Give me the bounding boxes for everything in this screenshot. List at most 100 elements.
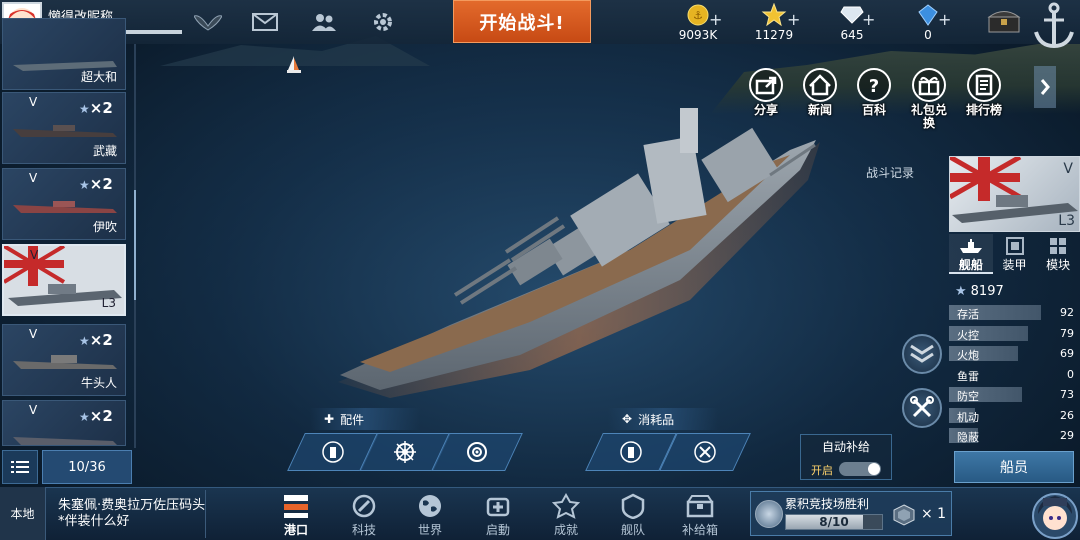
add-crystal-button[interactable]: + [938, 10, 951, 29]
nav-port[interactable]: 港口 [270, 492, 322, 538]
gold-value: 9093K [678, 28, 718, 42]
stat-row: 火炮 69 [949, 345, 1080, 362]
stat-label: 火炮 [957, 349, 979, 362]
auto-supply-label: 自动补给 [821, 440, 870, 454]
ship-card[interactable]: V ★×2 伊吹 [2, 168, 126, 240]
gear-icon[interactable] [369, 10, 397, 34]
ship-tier: V [30, 248, 39, 262]
stat-label: 防空 [957, 390, 979, 403]
ship-card[interactable]: V ★×2 武藏 [2, 92, 126, 164]
leaderboard-button[interactable]: 排行榜 [964, 66, 1004, 117]
ship-level: L3 [101, 296, 116, 310]
add-gold-button[interactable]: + [709, 10, 722, 29]
news-button[interactable]: 新闻 [800, 66, 840, 117]
ship-card[interactable]: 超大和 [2, 18, 126, 90]
ship-stars: ★×2 [79, 175, 113, 193]
share-icon [746, 66, 786, 104]
stat-row: 机动 26 [949, 407, 1080, 424]
stat-value: 0 [1067, 367, 1074, 381]
tab-module-label: 模块 [1046, 258, 1071, 272]
nav-world[interactable]: 世界 [404, 492, 456, 538]
repair-kit-icon [694, 441, 716, 463]
tab-armor[interactable]: 装甲 [993, 234, 1037, 274]
ship-name: 超大和 [80, 70, 117, 84]
stat-label: 机动 [957, 410, 979, 424]
list-view-button[interactable] [2, 450, 38, 484]
gift-code-button[interactable]: 礼包兑换 [909, 66, 949, 130]
stat-value: 73 [1060, 388, 1074, 401]
ship-count: 10/36 [42, 450, 132, 484]
auto-supply-toggle[interactable] [839, 462, 881, 476]
selected-ship-card[interactable]: V L3 [949, 156, 1080, 232]
nav-dock[interactable]: 启動 [472, 492, 524, 538]
ship-stars: ★×2 [79, 331, 113, 349]
ship-card[interactable]: V ★×2 [2, 400, 126, 446]
stat-value: 26 [1060, 408, 1074, 422]
fire-extinguisher-icon [620, 441, 642, 463]
auto-supply-state: 开启 [811, 464, 833, 477]
adviser-avatar[interactable] [1030, 486, 1080, 540]
stat-row: 防空 73 [949, 386, 1080, 403]
add-diamond-button[interactable]: + [862, 10, 875, 29]
battle-record-link[interactable]: 战斗记录 [866, 164, 914, 181]
anchor-icon[interactable] [1032, 0, 1076, 52]
friends-icon[interactable] [310, 10, 338, 34]
chevron-rank-icon [910, 344, 934, 363]
gift-code-label: 礼包兑换 [910, 103, 947, 130]
share-button[interactable]: 分享 [746, 66, 786, 117]
chat-channel-button[interactable]: 本地 [0, 487, 46, 540]
share-label: 分享 [753, 103, 778, 117]
crew-button[interactable]: 船员 [954, 451, 1074, 483]
parts-icon: ✚ [324, 412, 335, 426]
ship-tier: V [29, 327, 38, 341]
start-battle-button[interactable]: 开始战斗! [453, 0, 591, 43]
wings-icon[interactable] [194, 10, 222, 34]
task-title: 累积竞技场胜利 [785, 497, 870, 511]
ship-detail-panel: V L3 舰船 装甲 模块 ★ 8197 存活 92 火控 79 火炮 69 鱼雷 0 防空 73… [949, 156, 1080, 486]
nav-supply-box[interactable]: 补给箱 [674, 492, 726, 538]
ship-card-selected[interactable]: V L3 [2, 244, 126, 316]
ship-thumbnail [13, 201, 117, 213]
divider [205, 490, 206, 538]
task-reward-multiplier: × 1 [921, 506, 947, 522]
ship-thumbnail [13, 437, 117, 445]
arena-task-panel[interactable]: 累积竞技场胜利 8/10 × 1 [750, 491, 952, 536]
ship-tier: V [29, 95, 38, 109]
nav-tech[interactable]: 科技 [338, 492, 390, 538]
parts-label: 配件 [340, 412, 365, 427]
mail-icon[interactable] [251, 10, 279, 34]
encyclopedia-button[interactable]: ? 百科 [854, 66, 894, 117]
treasure-chest-icon[interactable] [986, 6, 1022, 36]
gift-code-icon [909, 66, 949, 104]
battleship-model[interactable] [330, 100, 830, 410]
expand-menu-button[interactable] [1034, 66, 1056, 108]
nav-fleet[interactable]: 舰队 [607, 492, 659, 538]
chat-message[interactable]: 朱塞佩·费奥拉万佐压码头*伴装什么好 [58, 498, 208, 530]
leaderboard-icon [964, 66, 1004, 104]
ship-list-scroll-thumb[interactable] [134, 190, 136, 300]
nav-world-label: 世界 [417, 523, 442, 537]
svg-text:?: ? [869, 76, 879, 97]
ship-card[interactable]: V ★×2 牛头人 [2, 324, 126, 396]
sailboat [287, 56, 301, 73]
tab-ship[interactable]: 舰船 [949, 234, 993, 274]
tech-icon [338, 492, 390, 520]
nav-achievement[interactable]: 成就 [540, 492, 592, 538]
encyclopedia-label: 百科 [861, 103, 886, 117]
stat-value: 69 [1060, 347, 1074, 360]
repair-button[interactable] [902, 388, 942, 428]
stat-value: 29 [1060, 429, 1074, 442]
module-icon [1036, 236, 1080, 256]
ship-list: 超大和 V ★×2 武藏 V ★×2 伊吹 V L3 V ★×2 牛头人 V ★… [0, 18, 136, 448]
tab-ship-label: 舰船 [958, 258, 983, 272]
ship-name: 武藏 [92, 144, 117, 158]
list-icon [11, 461, 29, 473]
reward-gem-icon [893, 504, 915, 526]
ship-name: 伊吹 [92, 220, 117, 234]
power-value: 8197 [970, 284, 1004, 299]
rank-badge-button[interactable] [902, 334, 942, 374]
stat-row: 存活 92 [949, 304, 1080, 321]
target-icon [466, 441, 488, 463]
tab-module[interactable]: 模块 [1036, 234, 1080, 274]
add-star-button[interactable]: + [787, 10, 800, 29]
